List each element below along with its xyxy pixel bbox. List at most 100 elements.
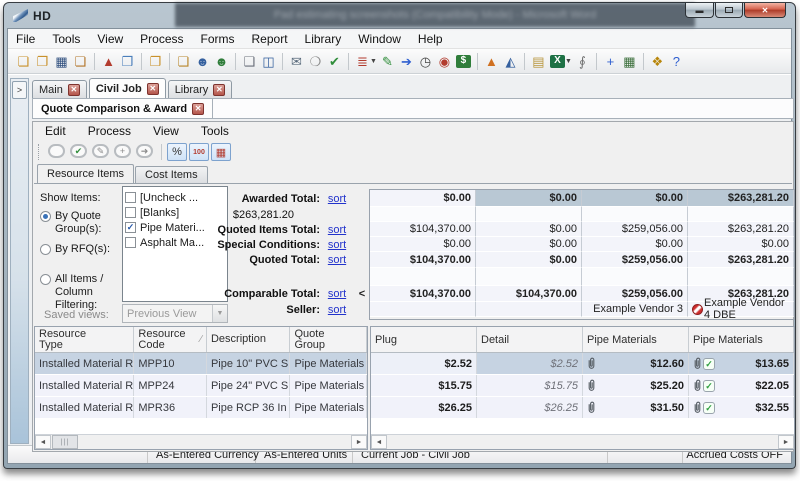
cell-pipe-materials-1[interactable]: $31.50 [583, 397, 689, 418]
tab-civil-job[interactable]: Civil Job✕ [89, 78, 166, 98]
cell-resource-type[interactable]: Installed Material Rate [35, 353, 134, 374]
table-row[interactable]: Installed Material RateMPR36Pipe RCP 36 … [35, 397, 367, 419]
user-settings-icon[interactable]: ☻ [193, 53, 212, 70]
cell-plug[interactable]: $2.52 [371, 353, 477, 374]
cell-detail[interactable]: $26.25 [477, 397, 583, 418]
resource-grid-hscrollbar[interactable]: ◄ ||| ► [35, 434, 367, 449]
table-row[interactable]: Installed Material RateMPP10Pipe 10" PVC… [35, 353, 367, 375]
tab-main[interactable]: Main✕ [32, 80, 87, 98]
menu-forms[interactable]: Forms [201, 32, 235, 46]
compass-icon[interactable]: ◭ [501, 53, 520, 70]
column-header-resource-code[interactable]: ResourceCode∕ [134, 327, 207, 352]
maximize-button[interactable] [715, 3, 743, 18]
column-header-detail-1[interactable]: Detail [477, 327, 583, 352]
close-estimate-icon[interactable]: ❏ [71, 53, 90, 70]
sidebar-expand-button[interactable]: > [12, 81, 27, 99]
close-button[interactable]: ✕ [744, 3, 786, 18]
cell-quote-group[interactable]: Pipe Materials [290, 353, 367, 374]
cell-pipe-materials-2[interactable]: ✓$22.05 [689, 375, 794, 396]
menu-library[interactable]: Library [305, 32, 342, 46]
export-arrow-icon[interactable]: ➔ [397, 53, 416, 70]
unit-100-icon[interactable]: 100 [189, 143, 209, 161]
mountain-chart-icon[interactable]: ▲ [482, 53, 501, 70]
checkbox-icon[interactable] [125, 237, 136, 248]
document-icon[interactable]: ❑ [240, 53, 259, 70]
column-header-pipe-materials-2[interactable]: Pipe Materials [583, 327, 689, 352]
cell-pipe-materials-1[interactable]: $25.20 [583, 375, 689, 396]
radio-by-quote-group-s[interactable]: By Quote Group(s): [40, 210, 122, 236]
tab-close-icon[interactable]: ✕ [213, 84, 225, 96]
toolbar-grip[interactable] [38, 144, 41, 160]
sort-link[interactable]: sort [328, 193, 346, 205]
cell-pipe-materials-2[interactable]: ✓$13.65 [689, 353, 794, 374]
column-header-quote-group[interactable]: QuoteGroup [290, 327, 367, 352]
cell-pipe-materials-1[interactable]: $12.60 [583, 353, 689, 374]
tab-library[interactable]: Library✕ [168, 80, 233, 98]
chart-edit-icon[interactable]: ✎ [378, 53, 397, 70]
sort-link[interactable]: sort [328, 254, 346, 266]
award-quote-icon[interactable] [48, 144, 65, 158]
radio-icon[interactable] [40, 274, 51, 285]
menu-window[interactable]: Window [358, 32, 401, 46]
menu-report[interactable]: Report [252, 32, 288, 46]
scroll-right-icon[interactable]: ► [778, 435, 794, 449]
scroll-left-icon[interactable]: ◄ [371, 435, 387, 449]
send-quote-icon[interactable]: ➜ [136, 144, 153, 158]
checkbox-icon[interactable] [125, 192, 136, 203]
cell-plug[interactable]: $26.25 [371, 397, 477, 418]
sort-link[interactable]: sort [328, 304, 346, 316]
money-icon[interactable]: $ [456, 55, 471, 68]
panel-menu-view[interactable]: View [153, 124, 179, 138]
scroll-left-icon[interactable]: ◄ [35, 435, 51, 449]
checkbox-icon[interactable]: ✓ [125, 222, 136, 233]
add-item-icon[interactable]: + [601, 53, 620, 70]
percent-check-icon[interactable]: % [167, 143, 187, 161]
chart-zoom-icon[interactable]: ◉ [435, 53, 454, 70]
checkbox-icon[interactable] [125, 207, 136, 218]
open-estimate-icon[interactable]: ❐ [33, 53, 52, 70]
notebook-icon[interactable]: ▤ [529, 53, 548, 70]
toolbox-icon[interactable]: ❖ [648, 53, 667, 70]
column-header-description[interactable]: Description [207, 327, 291, 352]
title-bar[interactable]: HD Pad estimating screenshots (Compatibi… [7, 3, 792, 28]
table-row[interactable]: Installed Material RateMPP24Pipe 24" PVC… [35, 375, 367, 397]
help-icon[interactable]: ? [667, 53, 686, 70]
add-quote-icon[interactable]: + [114, 144, 131, 158]
menu-view[interactable]: View [97, 32, 123, 46]
quote-grid-hscrollbar[interactable]: ◄ ► [371, 434, 794, 449]
cell-description[interactable]: Pipe 24" PVC SD... [207, 375, 291, 396]
comment-check-icon[interactable]: ✔ [325, 53, 344, 70]
cell-resource-type[interactable]: Installed Material Rate [35, 375, 134, 396]
cell-quote-group[interactable]: Pipe Materials [290, 375, 367, 396]
column-header-plug-0[interactable]: Plug [371, 327, 477, 352]
column-header-resource-type[interactable]: ResourceType [35, 327, 134, 352]
scroll-track[interactable] [78, 435, 351, 449]
panel-menu-edit[interactable]: Edit [45, 124, 66, 138]
cell-detail[interactable]: $15.75 [477, 375, 583, 396]
radio-all-items-column-filtering[interactable]: All Items / Column Filtering: [40, 273, 122, 312]
user-money-icon[interactable]: ☻ [212, 53, 231, 70]
tab-close-icon[interactable]: ✕ [147, 83, 159, 95]
tab-cost-items[interactable]: Cost Items [135, 166, 208, 183]
approve-quote-icon[interactable]: ✔ [70, 144, 87, 158]
sort-link[interactable]: sort [328, 224, 346, 236]
cell-pipe-materials-2[interactable]: ✓$32.55 [689, 397, 794, 418]
scroll-track[interactable] [387, 435, 778, 449]
cell-resource-code[interactable]: MPR36 [134, 397, 207, 418]
tab-resource-items[interactable]: Resource Items [37, 164, 134, 183]
cell-quote-group[interactable]: Pipe Materials [290, 397, 367, 418]
radio-icon[interactable] [40, 244, 51, 255]
tab-close-icon[interactable]: ✕ [68, 84, 80, 96]
folder-edit-icon[interactable]: ❐ [146, 53, 165, 70]
pyramid-icon[interactable]: ▲ [99, 53, 118, 70]
excel-icon[interactable]: X [550, 55, 565, 68]
radio-icon[interactable] [40, 211, 51, 222]
table-row[interactable]: $2.52$2.52$12.60✓$13.65 [371, 353, 794, 375]
minimize-button[interactable]: ▬ [685, 3, 714, 18]
collapsed-sidebar[interactable]: > [10, 78, 29, 444]
column-header-pipe-materials-3[interactable]: Pipe Materials [689, 327, 794, 352]
cell-resource-code[interactable]: MPP10 [134, 353, 207, 374]
tab-quote-comparison-award[interactable]: Quote Comparison & Award ✕ [33, 99, 213, 118]
cell-detail[interactable]: $2.52 [477, 353, 583, 374]
menu-file[interactable]: File [16, 32, 35, 46]
